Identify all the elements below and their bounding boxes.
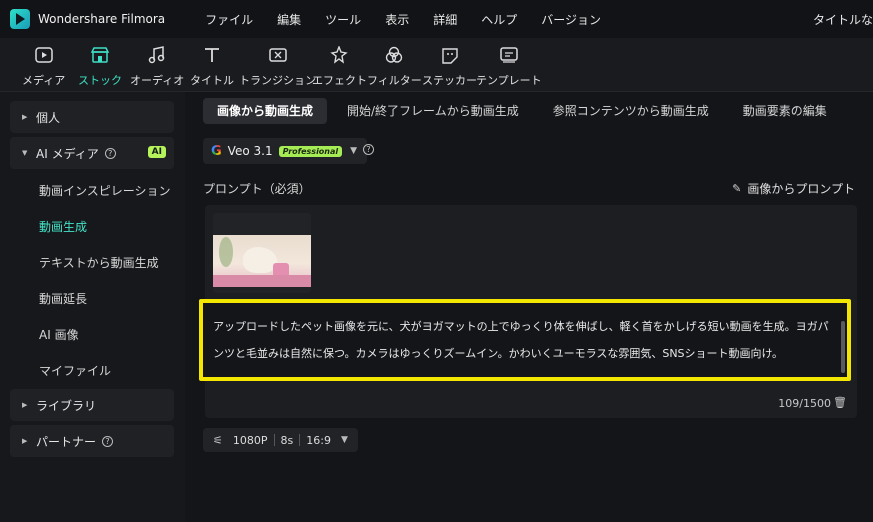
output-settings-button[interactable]: ⚟ 1080P 8s 16:9 ▼ [203,428,358,452]
toolbar-sticker-label: ステッカー [422,74,477,87]
sidebar-item-video-inspiration[interactable]: 動画インスピレーション [39,182,171,199]
sidebar: ▶ 個人 ▼ AI メディア ? AI 動画インスピレーション 動画生成 テキス… [0,92,185,522]
toolbar-template[interactable]: テンプレート [476,44,542,88]
toolbar-effect[interactable]: エフェクト [312,44,367,88]
chevron-down-icon: ▼ [340,435,348,445]
menu-version[interactable]: バージョン [541,11,601,28]
effect-icon [329,44,351,66]
toolbar-effect-label: エフェクト [312,74,367,87]
prompt-label: プロンプト（必須） [203,182,311,196]
sidebar-item-text-to-video[interactable]: テキストから動画生成 [39,254,159,271]
filmora-logo-icon [10,9,30,29]
sidebar-personal-label: 個人 [36,110,61,125]
toolbar-filter[interactable]: フィルター [367,44,422,88]
toolbar-transition[interactable]: トランジション [239,44,316,88]
toolbar-filter-label: フィルター [367,74,422,87]
collapse-arrow-icon: ▼ [22,149,28,157]
menu-bar: ファイル 編集 ツール 表示 詳細 ヘルプ バージョン [205,11,625,28]
audio-icon [146,44,168,66]
professional-badge: Professional [278,145,343,157]
image-to-prompt-label: 画像からプロンプト [747,182,855,196]
media-icon [33,44,55,66]
toolbar-transition-label: トランジション [239,74,316,87]
stock-icon [89,44,111,66]
toolbar-template-label: テンプレート [476,74,542,87]
template-icon [498,44,520,66]
model-name: Veo 3.1 [227,144,273,158]
sidebar-ai-media[interactable]: ▼ AI メディア ? AI [10,137,174,169]
sidebar-partner-label: パートナー [36,434,97,449]
help-icon[interactable]: ? [102,435,114,447]
sidebar-item-video-generation[interactable]: 動画生成 [39,218,87,235]
transition-icon [267,44,289,66]
toolbar-title-label: タイトル [190,74,234,87]
help-icon[interactable]: ? [104,147,116,159]
generation-tabs: 画像から動画生成 開始/終了フレームから動画生成 参照コンテンツから動画生成 動… [203,98,847,124]
expand-arrow-icon: ▶ [22,113,28,121]
tab-edit-elements[interactable]: 動画要素の編集 [729,98,841,124]
menu-advanced[interactable]: 詳細 [433,11,457,28]
image-to-prompt-button[interactable]: ✎ 画像からプロンプト [732,180,855,197]
prompt-box: アップロードしたペット画像を元に、犬がヨガマットの上でゆっくり体を伸ばし、軽く首… [199,205,857,418]
sticker-icon [439,44,461,66]
prompt-scrollbar[interactable] [841,321,845,373]
google-icon: G [211,143,222,159]
menu-file[interactable]: ファイル [205,11,253,28]
sidebar-partner[interactable]: ▶ パートナー ? [10,425,174,457]
sidebar-personal[interactable]: ▶ 個人 [10,101,174,133]
sidebar-item-ai-image[interactable]: AI 画像 [39,326,79,343]
toolbar-audio[interactable]: オーディオ [130,44,184,88]
menu-edit[interactable]: 編集 [277,11,301,28]
trash-icon[interactable]: 🗑 [833,396,847,409]
tab-start-end-frame[interactable]: 開始/終了フレームから動画生成 [333,98,533,124]
ai-pen-icon: ✎ [732,182,742,195]
sidebar-ai-media-label: AI メディア [36,146,99,161]
sidebar-item-my-files[interactable]: マイファイル [39,362,111,379]
uploaded-pet-image [213,235,311,287]
toolbar-sticker[interactable]: ステッカー [422,44,477,88]
menu-help[interactable]: ヘルプ [481,11,517,28]
title-bar: Wondershare Filmora ファイル 編集 ツール 表示 詳細 ヘル… [0,0,873,38]
character-counter: 109/1500 [778,397,831,410]
main-panel: 画像から動画生成 開始/終了フレームから動画生成 参照コンテンツから動画生成 動… [185,92,873,522]
toolbar-media[interactable]: メディア [22,44,65,88]
toolbar-media-label: メディア [22,74,66,87]
uploaded-image-slot[interactable] [213,213,311,293]
tab-reference-content[interactable]: 参照コンテンツから動画生成 [539,98,723,124]
chevron-down-icon: ▼ [350,146,358,156]
menu-view[interactable]: 表示 [385,11,409,28]
tab-image-to-video[interactable]: 画像から動画生成 [203,98,328,124]
model-help-icon[interactable]: ? [363,144,374,155]
resolution-value: 1080P [232,433,268,447]
menu-tools[interactable]: ツール [325,11,361,28]
project-title[interactable]: タイトルな [813,11,873,28]
toolbar-stock-label: ストック [78,74,122,87]
prompt-input-highlight[interactable]: アップロードしたペット画像を元に、犬がヨガマットの上でゆっくり体を伸ばし、軽く首… [199,299,851,381]
toolbar-audio-label: オーディオ [130,74,185,87]
settings-sliders-icon: ⚟ [213,433,223,447]
toolbar-title[interactable]: タイトル [190,44,234,88]
expand-arrow-icon: ▶ [22,437,28,445]
sidebar-library-label: ライブラリ [36,398,97,413]
expand-arrow-icon: ▶ [22,401,28,409]
aspect-ratio-value: 16:9 [306,433,331,447]
sidebar-library[interactable]: ▶ ライブラリ [10,389,174,421]
app-name: Wondershare Filmora [38,12,166,26]
sidebar-item-video-extend[interactable]: 動画延長 [39,290,87,307]
model-selector[interactable]: G Veo 3.1 Professional ▼ [203,138,368,164]
prompt-input[interactable]: アップロードしたペット画像を元に、犬がヨガマットの上でゆっくり体を伸ばし、軽く首… [213,313,838,367]
main-toolbar: メディア ストック オーディオ タイトル トランジション エフェクト フィルター… [0,38,873,92]
duration-value: 8s [280,433,294,447]
filter-icon [383,44,405,66]
ai-badge: AI [147,146,166,158]
toolbar-stock[interactable]: ストック [78,44,122,88]
title-icon [201,44,223,66]
